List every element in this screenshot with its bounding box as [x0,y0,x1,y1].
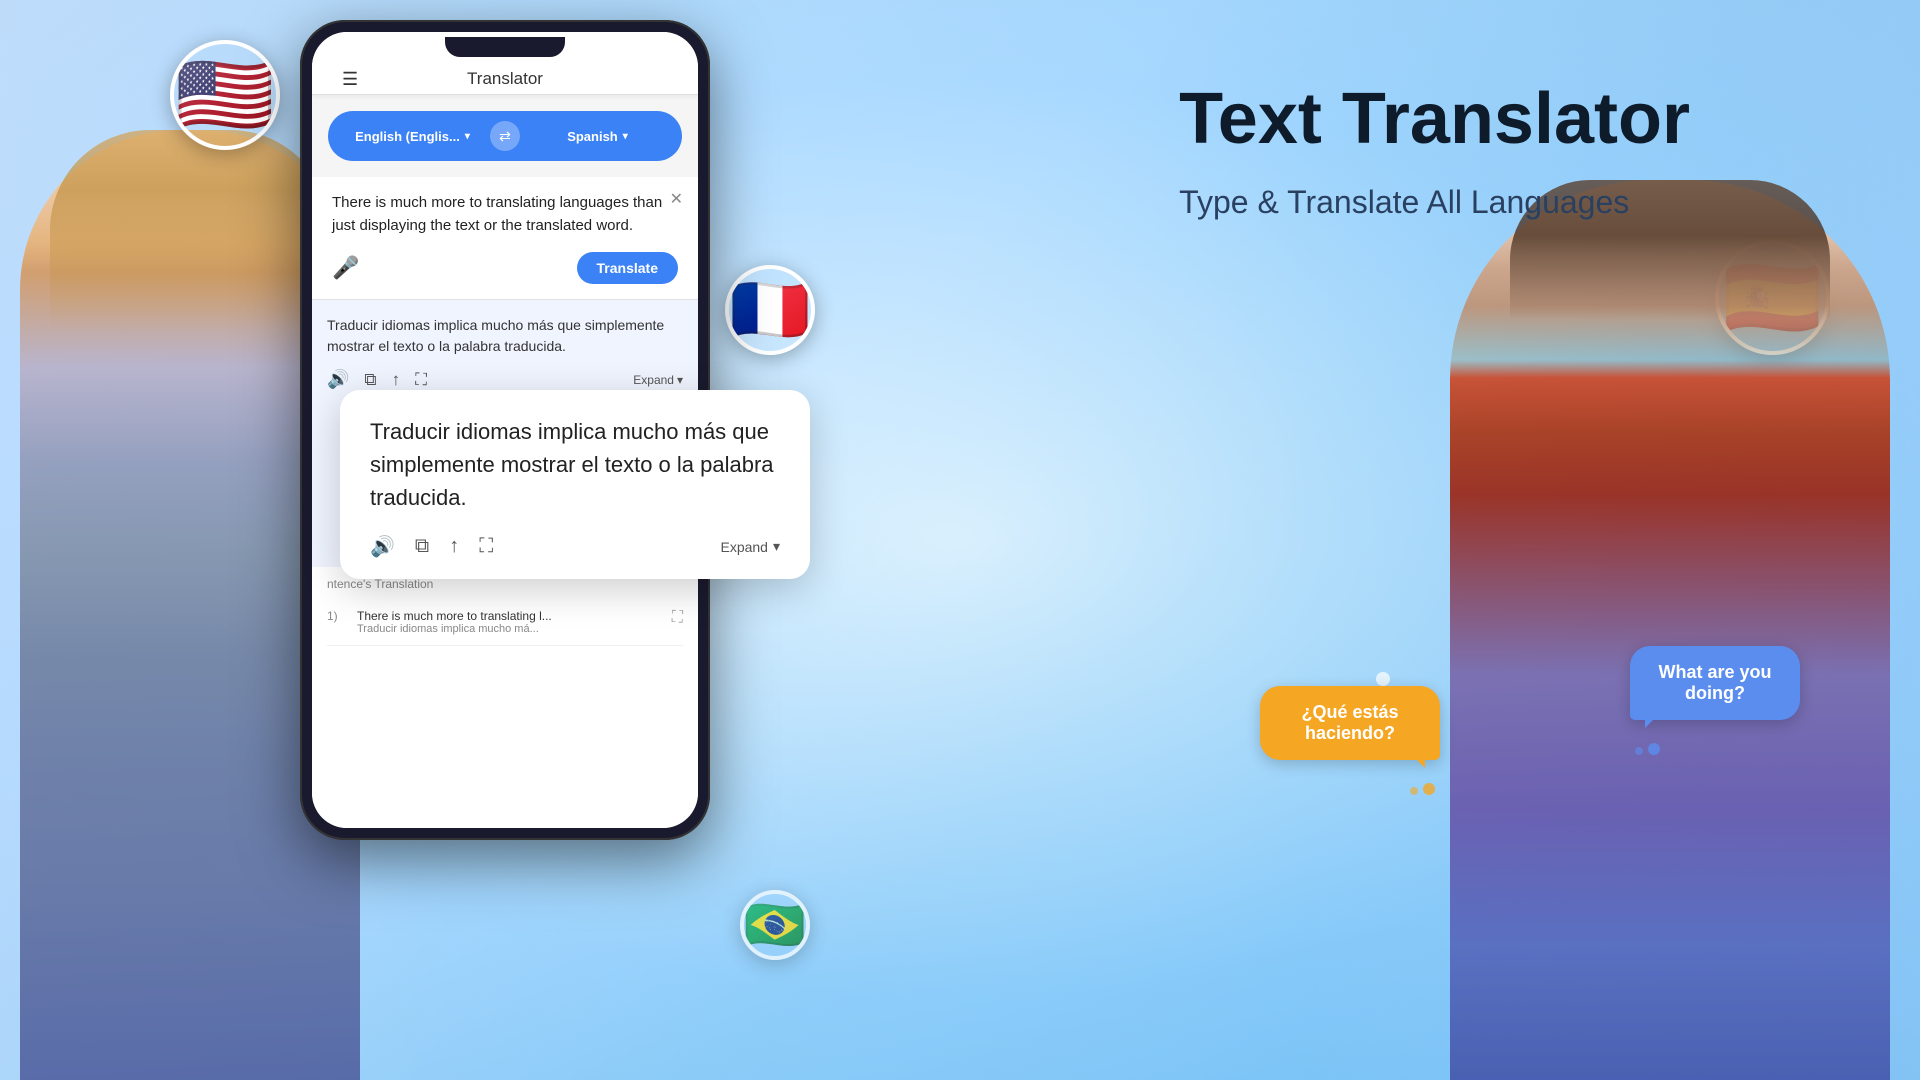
language-selector-bar: English (Englis... ▾ ⇄ Spanish ▾ [328,111,682,161]
source-language-label: English (Englis... [355,129,460,144]
source-language-button[interactable]: English (Englis... ▾ [343,129,482,144]
app-header: ☰ Translator [312,57,698,95]
translate-button[interactable]: Translate [577,252,678,284]
right-text-content: Text Translator Type & Translate All Lan… [1179,80,1690,221]
input-text: There is much more to translating langua… [332,192,678,237]
history-item-num: 1) [327,609,347,623]
input-area[interactable]: ✕ There is much more to translating lang… [312,177,698,300]
result-actions-bar: 🔊 ⧉ ↑ ⛶ Expand ▾ [370,534,780,559]
result-card-text: Traducir idiomas implica mucho más que s… [370,415,780,514]
share-icon[interactable]: ↑ [392,370,401,390]
close-button[interactable]: ✕ [670,189,683,209]
chat-bubble-spanish: ¿Qué estás haciendo? [1260,686,1440,760]
main-title: Text Translator [1179,80,1690,159]
history-translated-text: Traducir idiomas implica mucho má... [357,623,607,635]
target-chevron-icon: ▾ [623,131,628,142]
swap-icon: ⇄ [499,128,511,145]
flag-us: 🇺🇸 [170,40,280,150]
source-chevron-icon: ▾ [465,131,470,142]
expand-button[interactable]: Expand ▾ [633,373,683,387]
chat-bubble-english: What are you doing? [1630,646,1800,720]
history-original-text: There is much more to translating l... [357,609,607,623]
result-expand-button[interactable]: Expand ▾ [720,538,780,555]
history-section: ntence's Translation 1) There is much mo… [312,567,698,829]
history-item[interactable]: 1) There is much more to translating l..… [327,599,683,646]
target-language-button[interactable]: Spanish ▾ [528,129,667,144]
microphone-icon[interactable]: 🎤 [332,255,359,281]
translation-output-text: Traducir idiomas implica mucho más que s… [327,315,683,357]
app-header-title: Translator [467,69,543,89]
main-subtitle: Type & Translate All Languages [1179,184,1690,221]
result-share-icon[interactable]: ↑ [449,535,459,558]
target-language-label: Spanish [567,129,618,144]
result-volume-icon[interactable]: 🔊 [370,534,395,559]
flag-brazil: 🇧🇷 [740,890,810,960]
translation-result-card: Traducir idiomas implica mucho más que s… [340,390,810,579]
result-fullscreen-icon[interactable]: ⛶ [479,535,493,558]
swap-languages-button[interactable]: ⇄ [490,121,520,151]
volume-icon[interactable]: 🔊 [327,369,349,390]
hamburger-icon[interactable]: ☰ [342,69,358,90]
history-expand-icon[interactable]: ⛶ [672,609,683,627]
result-copy-icon[interactable]: ⧉ [415,535,429,558]
expand-arrows-icon[interactable]: ⛶ [415,370,427,390]
phone-notch [445,37,565,57]
flag-france: 🇫🇷 [725,265,815,355]
copy-icon[interactable]: ⧉ [364,370,376,390]
